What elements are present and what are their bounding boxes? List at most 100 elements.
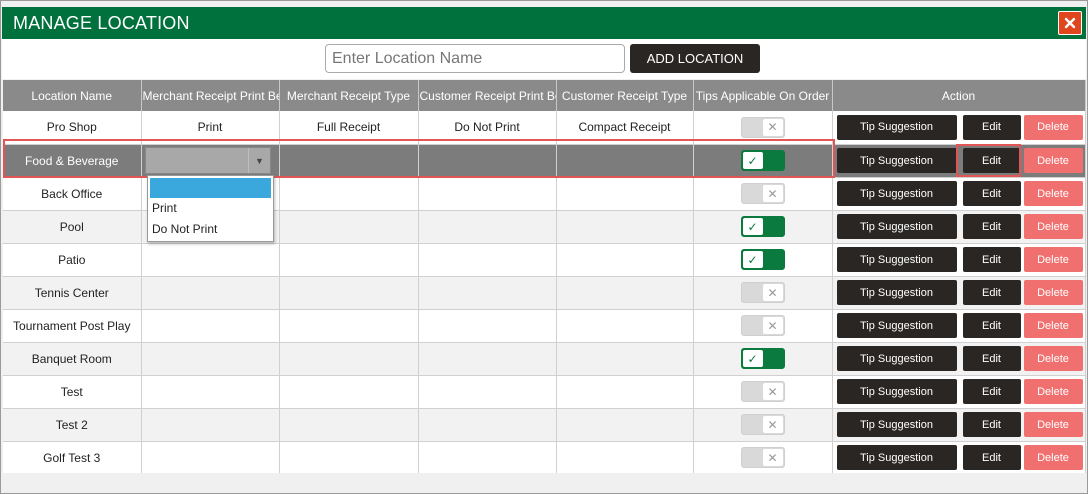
delete-button[interactable]: Delete <box>1023 148 1083 173</box>
cell-customer-receipt-type <box>556 243 694 277</box>
tip-suggestion-button[interactable]: Tip Suggestion <box>836 346 957 371</box>
cell-location-name: Patio <box>3 243 142 277</box>
cell-location-name: Tournament Post Play <box>3 309 142 343</box>
table-row[interactable]: Golf Test 3 ✕ Tip Suggestion Edit Delete <box>3 441 1086 475</box>
cell-customer-receipt-print <box>418 210 557 244</box>
tips-toggle[interactable]: ✓ <box>740 348 785 369</box>
tip-suggestion-button[interactable]: Tip Suggestion <box>836 412 957 437</box>
cell-action: Tip Suggestion Edit Delete <box>832 210 1086 244</box>
dropdown-option-blank[interactable] <box>150 178 271 198</box>
cell-customer-receipt-type <box>556 309 694 343</box>
cell-merchant-receipt-type <box>279 309 419 343</box>
table-row[interactable]: Patio ✓ Tip Suggestion Edit Delete <box>3 243 1086 277</box>
tips-toggle[interactable]: ✕ <box>740 381 785 402</box>
cell-customer-receipt-print <box>418 243 557 277</box>
col-customer-receipt-print[interactable]: Customer Receipt Print Be <box>418 80 557 111</box>
table-header: Location Name Merchant Receipt Print Be … <box>3 80 1086 111</box>
cell-merchant-receipt-print: ▼ <box>141 144 280 178</box>
table-row[interactable]: Test 2 ✕ Tip Suggestion Edit Delete <box>3 408 1086 442</box>
table-row[interactable]: Pro Shop Print Full Receipt Do Not Print Com… <box>3 111 1086 145</box>
cell-customer-receipt-type <box>556 408 694 442</box>
cell-tips-applicable: ✓ <box>693 144 833 178</box>
edit-button[interactable]: Edit <box>962 148 1021 173</box>
delete-button[interactable]: Delete <box>1023 412 1083 437</box>
locations-table: Location Name Merchant Receipt Print Be … <box>3 80 1086 475</box>
table-row[interactable]: Tennis Center ✕ Tip Suggestion Edit Delete <box>3 276 1086 310</box>
tips-toggle[interactable]: ✕ <box>740 282 785 303</box>
cell-tips-applicable: ✕ <box>693 276 833 310</box>
edit-button[interactable]: Edit <box>962 379 1021 404</box>
tip-suggestion-button[interactable]: Tip Suggestion <box>836 214 957 239</box>
col-merchant-receipt-type[interactable]: Merchant Receipt Type <box>279 80 419 111</box>
manage-location-window: MANAGE LOCATION ADD LOCATION Location Na… <box>0 0 1088 494</box>
table-row[interactable]: Food & Beverage ▼ ✓ Tip Suggestion Edit Delet… <box>3 144 1086 178</box>
cell-customer-receipt-type <box>556 144 694 178</box>
delete-button[interactable]: Delete <box>1023 379 1083 404</box>
dropdown-option-print[interactable]: Print <box>148 198 273 219</box>
toolbar: ADD LOCATION <box>2 39 1086 79</box>
x-icon: ✕ <box>762 284 783 301</box>
tips-toggle[interactable]: ✕ <box>740 447 785 468</box>
add-location-button[interactable]: ADD LOCATION <box>630 44 760 73</box>
tip-suggestion-button[interactable]: Tip Suggestion <box>836 379 957 404</box>
delete-button[interactable]: Delete <box>1023 280 1083 305</box>
check-icon: ✓ <box>742 152 763 169</box>
edit-button[interactable]: Edit <box>962 445 1021 470</box>
tips-toggle[interactable]: ✕ <box>740 315 785 336</box>
tips-toggle[interactable]: ✕ <box>740 414 785 435</box>
cell-tips-applicable: ✕ <box>693 441 833 475</box>
tip-suggestion-button[interactable]: Tip Suggestion <box>836 313 957 338</box>
edit-button[interactable]: Edit <box>962 313 1021 338</box>
tip-suggestion-button[interactable]: Tip Suggestion <box>836 445 957 470</box>
edit-button[interactable]: Edit <box>962 247 1021 272</box>
tips-toggle[interactable]: ✕ <box>740 183 785 204</box>
cell-tips-applicable: ✕ <box>693 177 833 211</box>
cell-action: Tip Suggestion Edit Delete <box>832 375 1086 409</box>
tips-toggle[interactable]: ✓ <box>740 249 785 270</box>
cell-merchant-receipt-print <box>141 342 280 376</box>
tips-toggle[interactable]: ✕ <box>740 116 785 138</box>
edit-button[interactable]: Edit <box>962 214 1021 239</box>
cell-location-name: Test 2 <box>3 408 142 442</box>
edit-button[interactable]: Edit <box>962 280 1021 305</box>
table-row[interactable]: Banquet Room ✓ Tip Suggestion Edit Delete <box>3 342 1086 376</box>
edit-button[interactable]: Edit <box>962 114 1021 140</box>
delete-button[interactable]: Delete <box>1023 346 1083 371</box>
table-row[interactable]: Tournament Post Play ✕ Tip Suggestion Edit D… <box>3 309 1086 343</box>
tips-toggle[interactable]: ✓ <box>740 216 785 237</box>
chevron-down-icon[interactable]: ▼ <box>248 148 270 173</box>
cell-action: Tip Suggestion Edit Delete <box>832 309 1086 343</box>
edit-button[interactable]: Edit <box>962 181 1021 206</box>
delete-button[interactable]: Delete <box>1023 313 1083 338</box>
window-title: MANAGE LOCATION <box>13 13 190 33</box>
col-location-name[interactable]: Location Name <box>3 80 142 111</box>
col-tips-applicable[interactable]: Tips Applicable On Order <box>693 80 833 111</box>
tip-suggestion-button[interactable]: Tip Suggestion <box>836 114 957 140</box>
cell-action: Tip Suggestion Edit Delete <box>832 441 1086 475</box>
table-row[interactable]: Test ✕ Tip Suggestion Edit Delete <box>3 375 1086 409</box>
delete-button[interactable]: Delete <box>1023 247 1083 272</box>
tip-suggestion-button[interactable]: Tip Suggestion <box>836 280 957 305</box>
delete-button[interactable]: Delete <box>1023 114 1083 140</box>
edit-button[interactable]: Edit <box>962 412 1021 437</box>
tip-suggestion-button[interactable]: Tip Suggestion <box>836 148 957 173</box>
cell-merchant-receipt-type <box>279 342 419 376</box>
tip-suggestion-button[interactable]: Tip Suggestion <box>836 247 957 272</box>
merchant-print-select[interactable]: ▼ <box>145 147 271 174</box>
x-icon: ✕ <box>762 449 783 466</box>
delete-button[interactable]: Delete <box>1023 181 1083 206</box>
tips-toggle[interactable]: ✓ <box>740 150 785 171</box>
delete-button[interactable]: Delete <box>1023 445 1083 470</box>
dropdown-option-do-not-print[interactable]: Do Not Print <box>148 219 273 240</box>
cell-tips-applicable: ✓ <box>693 243 833 277</box>
cell-customer-receipt-type <box>556 177 694 211</box>
footer <box>2 473 1086 493</box>
tip-suggestion-button[interactable]: Tip Suggestion <box>836 181 957 206</box>
edit-button[interactable]: Edit <box>962 346 1021 371</box>
close-button[interactable] <box>1058 11 1082 35</box>
col-merchant-receipt-print[interactable]: Merchant Receipt Print Be <box>141 80 280 111</box>
col-customer-receipt-type[interactable]: Customer Receipt Type <box>556 80 694 111</box>
location-name-input[interactable] <box>325 44 625 73</box>
cell-location-name: Tennis Center <box>3 276 142 310</box>
delete-button[interactable]: Delete <box>1023 214 1083 239</box>
